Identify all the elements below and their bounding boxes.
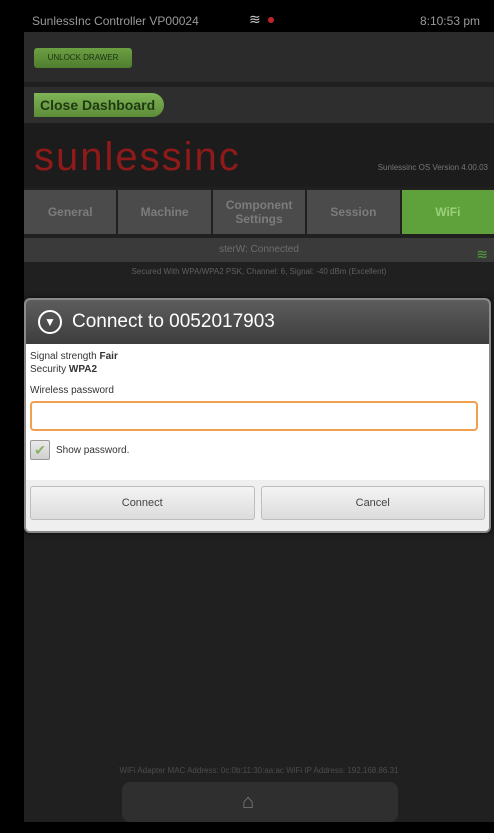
dialog-header: ▼ Connect to 0052017903 (26, 300, 489, 344)
status-title: SunlessInc Controller VP00024 (32, 14, 199, 28)
wifi-icon: ≋ (249, 11, 261, 27)
version-label: Sunlessinc OS Version 4.00.03 (377, 163, 488, 172)
tab-machine[interactable]: Machine (118, 190, 211, 234)
network-details: Secured With WPA/WPA2 PSK, Channel: 6, S… (131, 267, 387, 276)
dialog-title: Connect to 0052017903 (72, 311, 275, 332)
signal-row: Signal strength Fair (30, 350, 485, 363)
security-label: Security (30, 364, 67, 375)
tab-component-settings[interactable]: Component Settings (212, 190, 306, 234)
record-icon (268, 17, 274, 23)
connect-dialog: ▼ Connect to 0052017903 Signal strength … (24, 298, 491, 533)
dropdown-circle-icon: ▼ (38, 310, 62, 334)
show-password-label: Show password. (56, 444, 130, 456)
brand-bar: sunlessinc Sunlessinc OS Version 4.00.03 (24, 123, 494, 187)
close-dashboard-button[interactable]: Close Dashboard (34, 93, 164, 117)
show-password-checkbox[interactable]: ✔ (30, 440, 50, 460)
home-icon: ⌂ (242, 791, 255, 813)
adapter-info: WiFi Adapter MAC Address: 0c:0b:11:30:aa… (119, 766, 399, 775)
dialog-body: Signal strength Fair Security WPA2 Wirel… (26, 344, 489, 461)
password-input[interactable] (30, 401, 478, 431)
tab-bar: General Machine Component Settings Sessi… (24, 190, 494, 234)
cancel-button[interactable]: Cancel (260, 486, 485, 520)
brand-logo: sunlessinc (34, 135, 241, 179)
status-time: 8:10:53 pm (419, 14, 480, 28)
dialog-buttons: Connect Cancel (30, 486, 485, 520)
close-dashboard-bar: Close Dashboard (24, 87, 494, 123)
network-connected-label: sterW: Connected (219, 244, 299, 255)
signal-value: Fair (99, 351, 118, 362)
unlock-drawer-button[interactable]: UNLOCK DRAWER (34, 48, 132, 68)
network-connected-row[interactable]: sterW: Connected ≋ (24, 238, 494, 262)
security-row: Security WPA2 (30, 363, 485, 376)
home-button[interactable]: ⌂ (122, 782, 398, 822)
tab-general[interactable]: General (24, 190, 117, 234)
top-bar: UNLOCK DRAWER (24, 32, 494, 82)
status-bar: SunlessInc Controller VP00024 ≋ 8:10:53 … (24, 10, 494, 32)
tab-session[interactable]: Session (307, 190, 400, 234)
show-password-row[interactable]: ✔ Show password. (30, 439, 485, 461)
security-value: WPA2 (68, 364, 98, 375)
password-label: Wireless password (30, 385, 114, 396)
tab-wifi[interactable]: WiFi (401, 190, 494, 234)
signal-label: Signal strength (30, 351, 97, 362)
screen: SunlessInc Controller VP00024 ≋ 8:10:53 … (0, 0, 494, 833)
check-icon: ✔ (34, 441, 46, 458)
connect-button[interactable]: Connect (30, 486, 255, 520)
